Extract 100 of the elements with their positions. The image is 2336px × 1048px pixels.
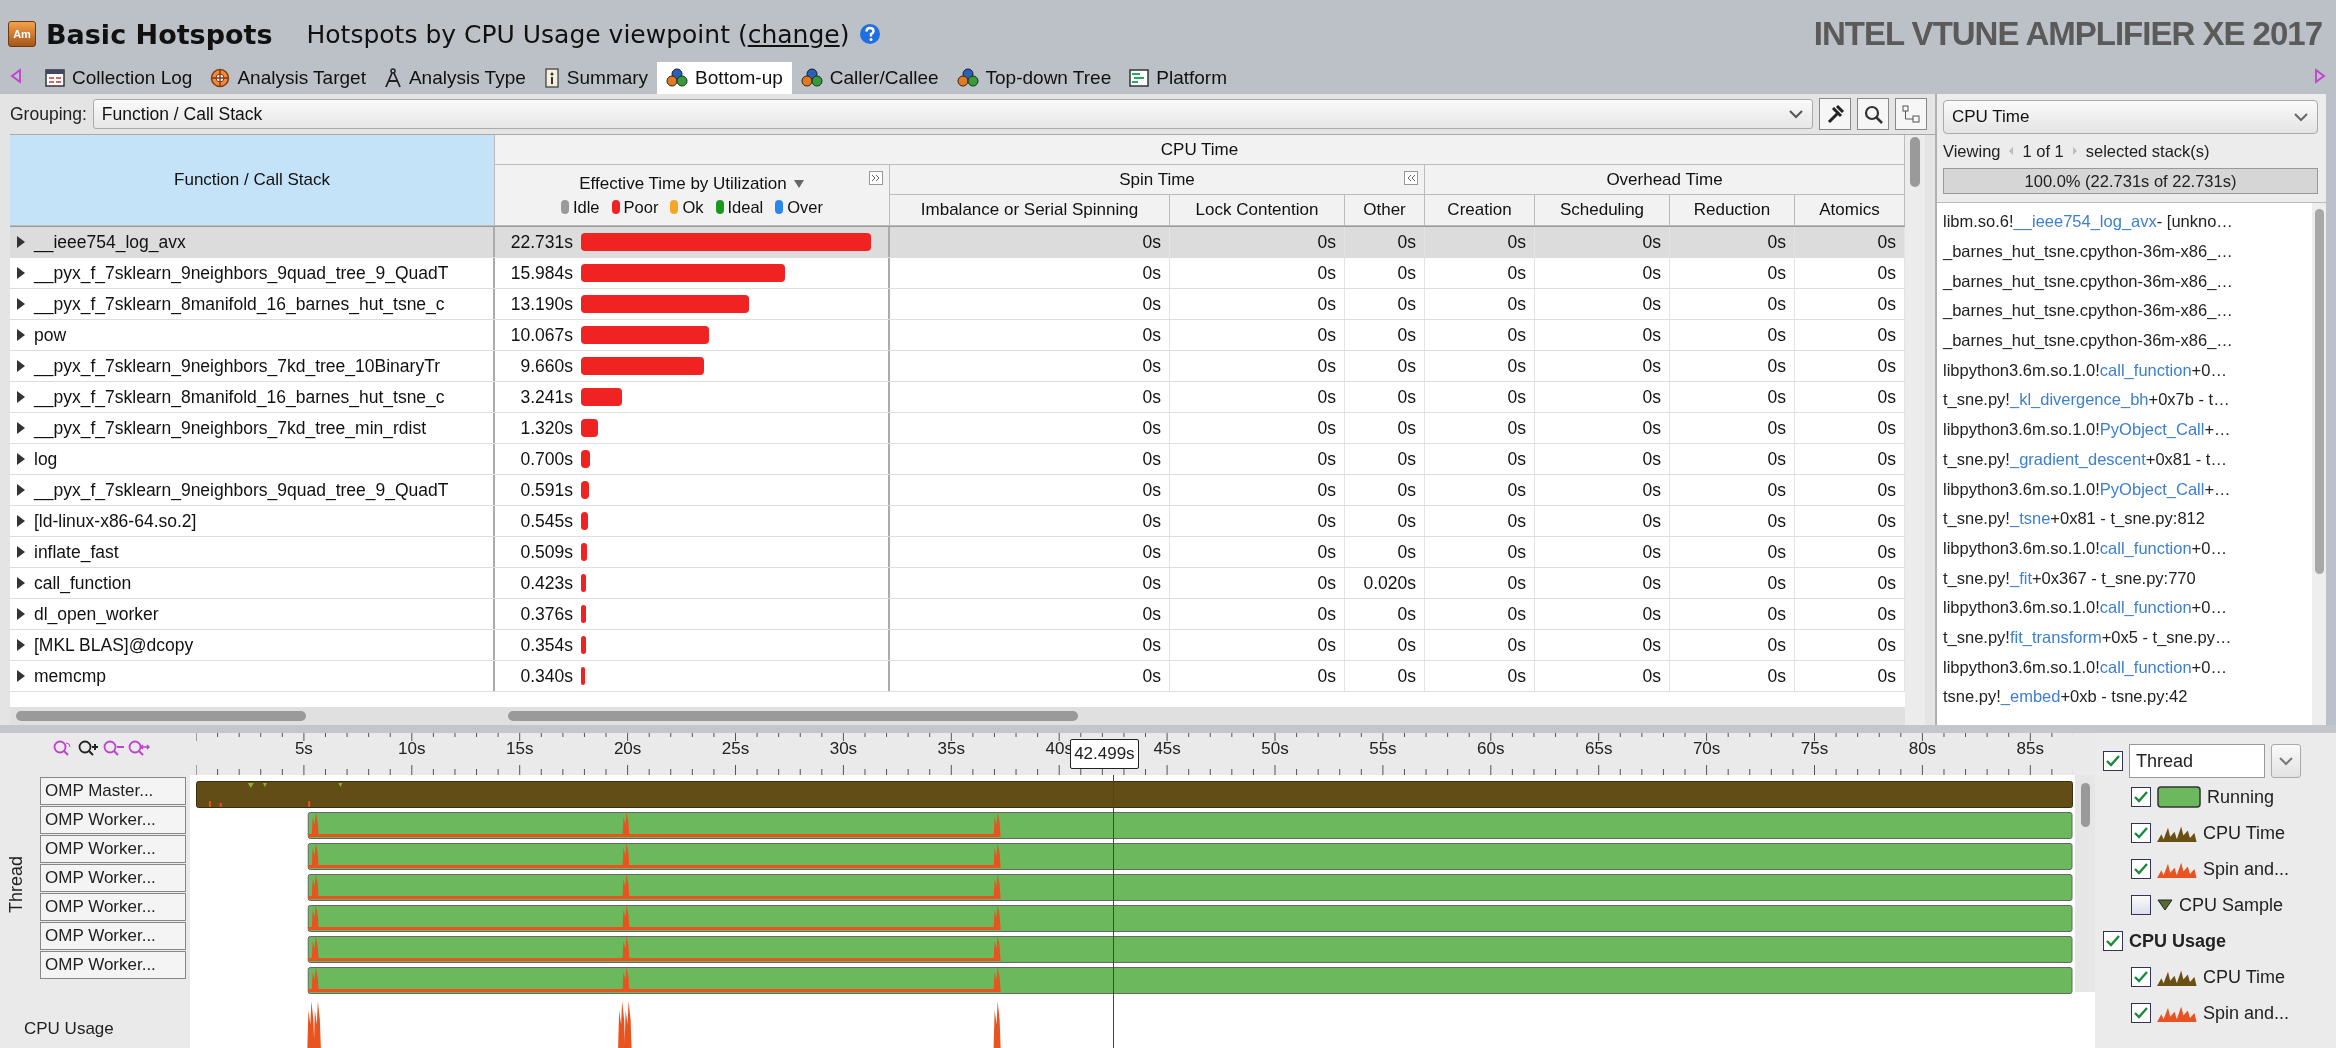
search-button[interactable] [1857, 98, 1889, 130]
checkbox[interactable] [2131, 787, 2151, 807]
function-link[interactable]: fit_transform [2009, 627, 2102, 647]
function-link[interactable]: _kl_divergence_bh [2009, 390, 2149, 410]
dropdown-button[interactable] [2271, 744, 2301, 778]
stack-frame[interactable]: tsne.py!_embed+0xb - tsne.py:42 [1943, 682, 2312, 712]
stack-frame[interactable]: _barnes_hut_tsne.cpython-36m-x86_… [1943, 296, 2312, 326]
table-row[interactable]: dl_open_worker 0.376s 0s 0s 0s 0s 0s 0s 0s [10, 599, 1905, 630]
thread-label[interactable]: OMP Worker... [40, 951, 186, 979]
expand-icon [16, 638, 26, 652]
time-value: 0s [1507, 541, 1526, 563]
stack-frame[interactable]: _barnes_hut_tsne.cpython-36m-x86_… [1943, 325, 2312, 356]
table-row[interactable]: pow 10.067s 0s 0s 0s 0s 0s 0s 0s [10, 320, 1905, 351]
function-link[interactable]: call_function [2099, 538, 2192, 558]
checkbox[interactable] [2131, 895, 2151, 915]
view-tab[interactable]: Bottom-up [657, 62, 792, 94]
zoom-fit-icon[interactable] [127, 739, 150, 758]
function-link[interactable]: call_function [2099, 657, 2192, 677]
stack-frame[interactable]: libpython3.6m.so.1.0!call_function+0… [1943, 652, 2312, 682]
call-tree-button[interactable] [1895, 98, 1927, 130]
scrollbar-thumb[interactable] [16, 711, 306, 721]
expand-columns-icon[interactable] [869, 171, 883, 185]
collapse-columns-icon[interactable] [1404, 171, 1418, 185]
table-row[interactable]: memcmp 0.340s 0s 0s 0s 0s 0s 0s 0s [10, 661, 1905, 692]
stack-frame[interactable]: libpython3.6m.so.1.0!PyObject_Call+… [1943, 414, 2312, 445]
timeline-chart-icon [1129, 69, 1150, 87]
function-link[interactable]: call_function [2099, 360, 2192, 380]
stack-frame[interactable]: t_sne.py!_fit+0x367 - t_sne.py:770 [1943, 563, 2312, 593]
stack-frame[interactable]: libpython3.6m.so.1.0!call_function+0… [1943, 533, 2312, 564]
stack-frame[interactable]: libpython3.6m.so.1.0!call_function+0… [1943, 355, 2312, 386]
stack-frame[interactable]: _barnes_hut_tsne.cpython-36m-x86_… [1943, 236, 2312, 267]
function-link[interactable]: _gradient_descent [2009, 449, 2146, 469]
zoom-in-icon[interactable] [77, 739, 100, 758]
thread-label[interactable]: OMP Master... [40, 777, 186, 805]
scrollbar-thumb[interactable] [2080, 783, 2090, 827]
function-link[interactable]: _embed [2000, 687, 2061, 707]
checkbox[interactable] [2103, 751, 2123, 771]
table-row[interactable]: __pyx_f_7sklearn_8manifold_16_barnes_hut_tsne_c 13.190s 0s 0s 0s 0s 0s 0s 0s [10, 289, 1905, 320]
function-link[interactable]: _fit [2009, 568, 2032, 588]
view-tab[interactable]: Analysis Type [374, 62, 535, 94]
utilization-bar [581, 543, 588, 561]
stack-frame[interactable]: t_sne.py!fit_transform+0x5 - t_sne.py… [1943, 622, 2312, 653]
table-row[interactable]: call_function 0.423s 0s 0s 0.020s 0s 0s 0s 0s [10, 568, 1905, 599]
table-row[interactable]: __pyx_f_7sklearn_9neighbors_7kd_tree_10BinaryTr 9.660s 0s 0s 0s 0s 0s 0s 0s [10, 351, 1905, 382]
checkbox[interactable] [2131, 1003, 2151, 1023]
view-tab[interactable]: Platform [1120, 62, 1236, 94]
table-row[interactable]: inflate_fast 0.509s 0s 0s 0s 0s 0s 0s 0s [10, 537, 1905, 568]
table-row[interactable]: __pyx_f_7sklearn_9neighbors_7kd_tree_min_rdist 1.320s 0s 0s 0s 0s 0s 0s 0s [10, 413, 1905, 444]
grouping-dropdown[interactable]: Function / Call Stack [92, 99, 1813, 129]
function-link[interactable]: __ieee754_log_avx [2013, 212, 2157, 232]
stack-frame[interactable]: t_sne.py!_kl_divergence_bh+0x7b - t… [1943, 385, 2312, 415]
function-link[interactable]: PyObject_Call [2099, 420, 2205, 440]
scrollbar-thumb[interactable] [2314, 209, 2324, 574]
chevron-down-icon [2279, 756, 2293, 766]
thread-label[interactable]: OMP Worker... [40, 893, 186, 921]
expand-icon [16, 607, 26, 621]
thread-label[interactable]: OMP Worker... [40, 922, 186, 950]
table-row[interactable]: [ld-linux-x86-64.so.2] 0.545s 0s 0s 0s 0s 0s 0s 0s [10, 506, 1905, 537]
checkbox[interactable] [2131, 859, 2151, 879]
stack-frame[interactable]: libm.so.6!__ieee754_log_avx- [unkno… [1943, 207, 2312, 237]
view-tab[interactable]: Summary [534, 62, 658, 94]
table-row[interactable]: log 0.700s 0s 0s 0s 0s 0s 0s 0s [10, 444, 1905, 475]
column-header: Imbalance or Serial Spinning [890, 195, 1170, 226]
change-link[interactable]: change [747, 19, 840, 49]
view-tab[interactable]: Collection Log [36, 62, 202, 94]
table-row[interactable]: [MKL BLAS]@dcopy 0.354s 0s 0s 0s 0s 0s 0s 0s [10, 630, 1905, 661]
thread-label[interactable]: OMP Worker... [40, 835, 186, 863]
zoom-out-icon[interactable] [102, 739, 125, 758]
scroll-right-icon[interactable] [2314, 68, 2326, 84]
time-value: 0s [1507, 293, 1526, 315]
time-value: 15.984s [509, 262, 573, 284]
view-tab[interactable]: Analysis Target [201, 62, 375, 94]
column-header[interactable]: Effective Time by Utilization [579, 173, 787, 194]
table-row[interactable]: __pyx_f_7sklearn_8manifold_16_barnes_hut_tsne_c 3.241s 0s 0s 0s 0s 0s 0s 0s [10, 382, 1905, 413]
scroll-left-icon[interactable] [10, 68, 22, 84]
table-row[interactable]: __ieee754_log_avx 22.731s 0s 0s 0s 0s 0s 0s 0s [10, 227, 1905, 258]
table-row[interactable]: __pyx_f_7sklearn_9neighbors_9quad_tree_9_QuadT 15.984s 0s 0s 0s 0s 0s 0s 0s [10, 258, 1905, 289]
view-tab[interactable]: Top-down Tree [947, 62, 1121, 94]
scrollbar-thumb[interactable] [1910, 137, 1920, 187]
track-type-dropdown[interactable]: Thread [2129, 744, 2265, 778]
thread-label[interactable]: OMP Worker... [40, 864, 186, 892]
stack-frame[interactable]: t_sne.py!_tsne+0x81 - t_sne.py:812 [1943, 503, 2312, 534]
view-tab[interactable]: Caller/Callee [791, 62, 948, 94]
scrollbar-thumb[interactable] [508, 711, 1078, 721]
metric-dropdown[interactable]: CPU Time [1943, 100, 2318, 134]
checkbox[interactable] [2131, 967, 2151, 987]
function-name: __pyx_f_7sklearn_8manifold_16_barnes_hut_tsne_c [34, 293, 445, 315]
table-row[interactable]: __pyx_f_7sklearn_9neighbors_9quad_tree_9_QuadT 0.591s 0s 0s 0s 0s 0s 0s 0s [10, 475, 1905, 506]
time-value: 0s [1142, 634, 1161, 656]
checkbox[interactable] [2103, 931, 2123, 951]
stack-frame[interactable]: _barnes_hut_tsne.cpython-36m-x86_… [1943, 266, 2312, 297]
tools-button[interactable] [1819, 98, 1851, 130]
function-link[interactable]: _tsne [2009, 509, 2051, 529]
checkbox[interactable] [2131, 823, 2151, 843]
stack-frame[interactable]: libpython3.6m.so.1.0!PyObject_Call+… [1943, 474, 2312, 504]
stack-frame[interactable]: t_sne.py!_gradient_descent+0x81 - t… [1943, 444, 2312, 475]
function-link[interactable]: call_function [2099, 598, 2192, 618]
stack-frame[interactable]: libpython3.6m.so.1.0!call_function+0… [1943, 592, 2312, 623]
function-link[interactable]: PyObject_Call [2099, 479, 2205, 499]
thread-label[interactable]: OMP Worker... [40, 806, 186, 834]
